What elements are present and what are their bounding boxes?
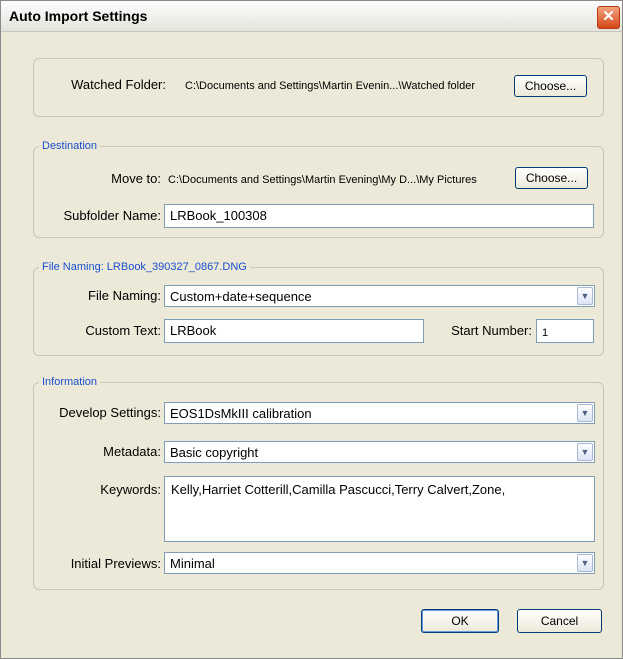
close-button[interactable]: ✕ (597, 6, 620, 29)
initial-previews-label: Initial Previews: (70, 556, 161, 571)
keywords-textarea[interactable]: Kelly,Harriet Cotterill,Camilla Pascucci… (164, 476, 595, 542)
watched-folder-path: C:\Documents and Settings\Martin Evenin.… (185, 80, 476, 92)
watched-folder-group: Watched Folder: C:\Documents and Setting… (33, 58, 604, 117)
watched-folder-choose-button[interactable]: Choose... (514, 75, 587, 97)
initial-previews-select[interactable]: Minimal ▼ (164, 552, 595, 574)
subfolder-name-input[interactable]: LRBook_100308 (164, 204, 594, 228)
file-naming-select[interactable]: Custom+date+sequence ▼ (164, 285, 595, 307)
dialog-title: Auto Import Settings (9, 8, 148, 24)
custom-text-input[interactable]: LRBook (164, 319, 424, 343)
destination-group: Destination Move to: C:\Documents and Se… (33, 139, 604, 238)
watched-folder-label: Watched Folder: (71, 77, 166, 92)
ok-button[interactable]: OK (421, 609, 499, 633)
chevron-down-icon[interactable]: ▼ (577, 443, 593, 461)
metadata-label: Metadata: (103, 444, 161, 459)
file-naming-group: File Naming: LRBook_390327_0867.DNG File… (33, 260, 604, 356)
close-icon: ✕ (602, 8, 615, 25)
metadata-value: Basic copyright (170, 445, 259, 460)
chevron-down-icon[interactable]: ▼ (577, 287, 593, 305)
destination-choose-button[interactable]: Choose... (515, 167, 588, 189)
file-naming-value: Custom+date+sequence (170, 289, 312, 304)
develop-settings-label: Develop Settings: (59, 405, 161, 420)
custom-text-label: Custom Text: (85, 323, 161, 338)
information-legend: Information (39, 375, 101, 389)
develop-settings-select[interactable]: EOS1DsMkIII calibration ▼ (164, 402, 595, 424)
dialog-window: Auto Import Settings ✕ Watched Folder: C… (0, 0, 623, 659)
initial-previews-value: Minimal (170, 556, 215, 571)
keywords-label: Keywords: (100, 482, 161, 497)
information-group: Information Develop Settings: EOS1DsMkII… (33, 375, 604, 590)
destination-legend: Destination (39, 139, 101, 153)
move-to-path: C:\Documents and Settings\Martin Evening… (168, 174, 477, 186)
start-number-input[interactable]: 1 (536, 319, 594, 343)
file-naming-legend: File Naming: LRBook_390327_0867.DNG (39, 260, 250, 274)
cancel-button[interactable]: Cancel (517, 609, 602, 633)
subfolder-name-label: Subfolder Name: (63, 208, 161, 223)
start-number-label: Start Number: (451, 323, 532, 338)
file-naming-label: File Naming: (88, 288, 161, 303)
title-bar[interactable]: Auto Import Settings ✕ (1, 1, 622, 32)
chevron-down-icon[interactable]: ▼ (577, 404, 593, 422)
metadata-select[interactable]: Basic copyright ▼ (164, 441, 595, 463)
develop-settings-value: EOS1DsMkIII calibration (170, 406, 312, 421)
move-to-label: Move to: (111, 171, 161, 186)
chevron-down-icon[interactable]: ▼ (577, 554, 593, 572)
